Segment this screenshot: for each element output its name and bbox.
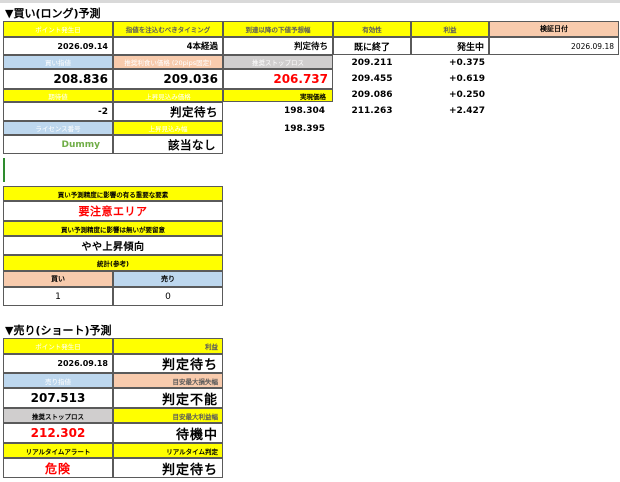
long-license-header[interactable]: ライセンス番号 bbox=[3, 121, 113, 135]
price-1: 209.455 bbox=[351, 74, 393, 84]
short-loss-range[interactable]: 判定不能 bbox=[113, 388, 223, 408]
actual-price-1: 198.395 bbox=[284, 124, 325, 134]
short-alert-header[interactable]: リアルタイムアラート bbox=[3, 443, 113, 458]
long-timing[interactable]: 4本経過 bbox=[113, 37, 223, 55]
long-buy-limit-header[interactable]: 買い指値 bbox=[3, 55, 113, 69]
short-sell-limit-header[interactable]: 売り指値 bbox=[3, 373, 113, 388]
long-recommend[interactable]: 209.036 bbox=[113, 69, 223, 89]
long-valid[interactable]: 既に終了 bbox=[333, 37, 411, 55]
long-profit-header[interactable]: 利益 bbox=[411, 21, 489, 37]
long-expect-header[interactable]: 期待値 bbox=[3, 89, 113, 102]
actual-price-0: 198.304 bbox=[284, 106, 325, 116]
impact-title-1[interactable]: 買い予測精度に影響の有る重要な要素 bbox=[3, 186, 223, 201]
long-profit-status[interactable]: 発生中 bbox=[411, 37, 489, 55]
impact-title-2[interactable]: 買い予測精度に影響は無いが要留意 bbox=[3, 221, 223, 236]
long-buy-limit[interactable]: 208.836 bbox=[3, 69, 113, 89]
long-stop-header[interactable]: 推奨ストップロス bbox=[223, 55, 333, 69]
price-3: 211.263 bbox=[351, 106, 393, 116]
short-stop-header[interactable]: 推奨ストップロス bbox=[3, 408, 113, 423]
price-diff-1: +0.619 bbox=[448, 74, 485, 84]
short-loss-range-header[interactable]: 目安最大損失幅 bbox=[113, 373, 223, 388]
sheet-top-edge bbox=[0, 0, 620, 3]
short-judge-header[interactable]: リアルタイム判定 bbox=[113, 443, 223, 458]
short-profit-header[interactable]: 利益 bbox=[113, 338, 223, 354]
long-valid-header[interactable]: 有効性 bbox=[333, 21, 411, 37]
long-lower-limit-header[interactable]: 到達以降の下値予想幅 bbox=[223, 21, 333, 37]
long-upper2-header[interactable]: 上昇見込み幅 bbox=[113, 121, 223, 135]
stats-sell-label[interactable]: 売り bbox=[113, 271, 223, 287]
price-diff-3: +2.427 bbox=[448, 106, 485, 116]
short-profit-range[interactable]: 待機中 bbox=[113, 423, 223, 443]
long-point-date-header[interactable]: ポイント発生日 bbox=[3, 21, 113, 37]
long-upper[interactable]: 判定待ち bbox=[113, 102, 223, 121]
price-diff-0: +0.375 bbox=[448, 58, 485, 68]
spreadsheet: ▼買い(ロング)予測 ポイント発生日 指値を注込むべきタイミング 到達以降の下値… bbox=[0, 0, 620, 482]
cell-cursor-marker bbox=[3, 158, 5, 182]
short-judge[interactable]: 判定待ち bbox=[113, 458, 223, 478]
short-section-title: ▼売り(ショート)予測 bbox=[5, 324, 112, 337]
short-stop[interactable]: 212.302 bbox=[3, 423, 113, 443]
short-profit-range-header[interactable]: 目安最大利益幅 bbox=[113, 408, 223, 423]
long-timing-header[interactable]: 指値を注込むべきタイミング bbox=[113, 21, 223, 37]
short-alert[interactable]: 危険 bbox=[3, 458, 113, 478]
long-stop[interactable]: 206.737 bbox=[223, 69, 333, 89]
impact-value-2[interactable]: やや上昇傾向 bbox=[3, 236, 223, 255]
long-expect[interactable]: -2 bbox=[3, 102, 113, 121]
impact-value-1[interactable]: 要注意エリア bbox=[3, 201, 223, 221]
short-point-date-header[interactable]: ポイント発生日 bbox=[3, 338, 113, 354]
long-upper-header[interactable]: 上昇見込み価格 bbox=[113, 89, 223, 102]
short-profit[interactable]: 判定待ち bbox=[113, 354, 223, 373]
long-license[interactable]: Dummy bbox=[3, 135, 113, 154]
long-check-date-header[interactable]: 検証日付 bbox=[489, 21, 619, 37]
stats-buy-label[interactable]: 買い bbox=[3, 271, 113, 287]
long-actual-header[interactable]: 実現価格 bbox=[223, 89, 333, 102]
short-sell-limit[interactable]: 207.513 bbox=[3, 388, 113, 408]
price-0: 209.211 bbox=[351, 58, 393, 68]
short-point-date[interactable]: 2026.09.18 bbox=[3, 354, 113, 373]
stats-sell-count[interactable]: 0 bbox=[113, 287, 223, 306]
long-point-date[interactable]: 2026.09.14 bbox=[3, 37, 113, 55]
price-2: 209.086 bbox=[351, 90, 393, 100]
long-recommend-header[interactable]: 推奨利食い価格 (20pips固定) bbox=[113, 55, 223, 69]
stats-buy-count[interactable]: 1 bbox=[3, 287, 113, 306]
price-diff-2: +0.250 bbox=[448, 90, 485, 100]
stats-title[interactable]: 統計(参考) bbox=[3, 255, 223, 271]
long-check-date[interactable]: 2026.09.18 bbox=[489, 37, 619, 55]
long-upper2[interactable]: 該当なし bbox=[113, 135, 223, 154]
long-lower-limit[interactable]: 判定待ち bbox=[223, 37, 333, 55]
long-section-title: ▼買い(ロング)予測 bbox=[5, 7, 101, 20]
